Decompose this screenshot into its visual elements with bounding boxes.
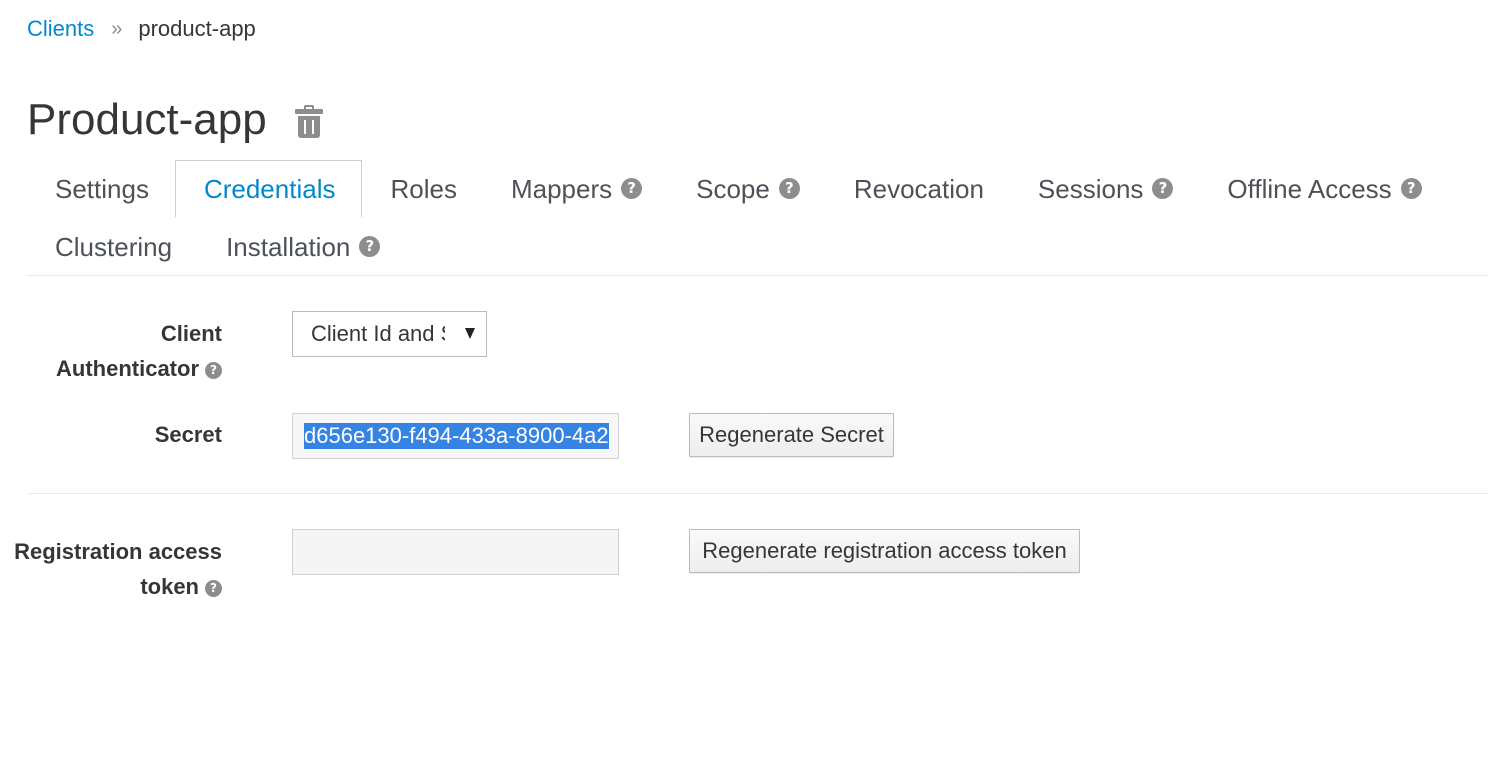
tab-roles[interactable]: Roles xyxy=(362,160,482,218)
tab-roles-label: Roles xyxy=(390,173,457,204)
client-authenticator-label-line1: Client xyxy=(160,321,222,346)
help-icon[interactable]: ? xyxy=(778,177,800,199)
regenerate-secret-button[interactable]: Regenerate Secret xyxy=(689,413,894,457)
help-icon[interactable]: ? xyxy=(205,362,222,379)
help-icon[interactable]: ? xyxy=(1152,177,1174,199)
tab-revocation-label: Revocation xyxy=(853,173,984,204)
trash-icon[interactable] xyxy=(294,105,323,139)
tab-offline-access[interactable]: Offline Access? xyxy=(1199,160,1447,218)
secret-label: Secret xyxy=(154,422,222,447)
tab-sessions-label: Sessions xyxy=(1037,173,1144,204)
page-title: Product-app xyxy=(27,95,267,144)
tab-clustering[interactable]: Clustering xyxy=(27,218,198,276)
registration-token-label: Registration access token? xyxy=(0,534,222,604)
breadcrumb: Clients » product-app xyxy=(27,14,256,44)
tab-clustering-label: Clustering xyxy=(55,231,173,262)
tab-credentials[interactable]: Credentials xyxy=(174,160,363,218)
tab-offline-access-label: Offline Access xyxy=(1227,173,1392,204)
help-icon[interactable]: ? xyxy=(1400,177,1422,199)
secret-value: d656e130-f494-433a-8900-4a2c xyxy=(304,423,609,449)
tab-credentials-label: Credentials xyxy=(203,173,336,204)
breadcrumb-separator: » xyxy=(111,18,123,40)
tab-underline xyxy=(27,275,1488,276)
registration-token-label-line1: Registration access xyxy=(14,539,222,564)
tab-sessions[interactable]: Sessions? xyxy=(1010,160,1200,218)
tab-scope-label: Scope xyxy=(696,173,770,204)
client-credentials-page: Clients » product-app Product-app Settin… xyxy=(0,0,1488,767)
caret-down-icon xyxy=(465,328,475,339)
tab-revocation[interactable]: Revocation xyxy=(826,160,1010,218)
help-icon[interactable]: ? xyxy=(621,177,643,199)
tab-mappers-label: Mappers xyxy=(510,173,613,204)
breadcrumb-clients-link[interactable]: Clients xyxy=(27,14,94,44)
tab-settings[interactable]: Settings xyxy=(27,160,175,218)
tab-row-2: Clustering Installation? xyxy=(27,218,1488,275)
registration-token-label-line2: token xyxy=(140,574,199,599)
tab-installation-label: Installation xyxy=(226,231,351,262)
tab-row-1: Settings Credentials Roles Mappers? Scop… xyxy=(27,160,1488,218)
client-authenticator-value: Client Id and Secret xyxy=(311,321,445,346)
client-authenticator-label-line2: Authenticator xyxy=(56,356,199,381)
section-divider xyxy=(27,493,1488,494)
tab-scope[interactable]: Scope? xyxy=(668,160,826,218)
title-row: Product-app xyxy=(27,92,323,148)
tab-bar: Settings Credentials Roles Mappers? Scop… xyxy=(27,160,1488,276)
tab-mappers[interactable]: Mappers? xyxy=(483,160,668,218)
help-icon[interactable]: ? xyxy=(205,580,222,597)
help-icon[interactable]: ? xyxy=(359,235,381,257)
tab-settings-label: Settings xyxy=(55,173,149,204)
tab-installation[interactable]: Installation? xyxy=(198,218,406,276)
breadcrumb-current: product-app xyxy=(138,16,256,41)
regenerate-registration-token-button[interactable]: Regenerate registration access token xyxy=(689,529,1080,573)
client-authenticator-label: Client Authenticator? xyxy=(0,316,222,386)
secret-input[interactable]: d656e130-f494-433a-8900-4a2c xyxy=(292,413,619,459)
client-authenticator-select[interactable]: Client Id and Secret xyxy=(292,311,487,357)
registration-token-input[interactable] xyxy=(292,529,619,575)
